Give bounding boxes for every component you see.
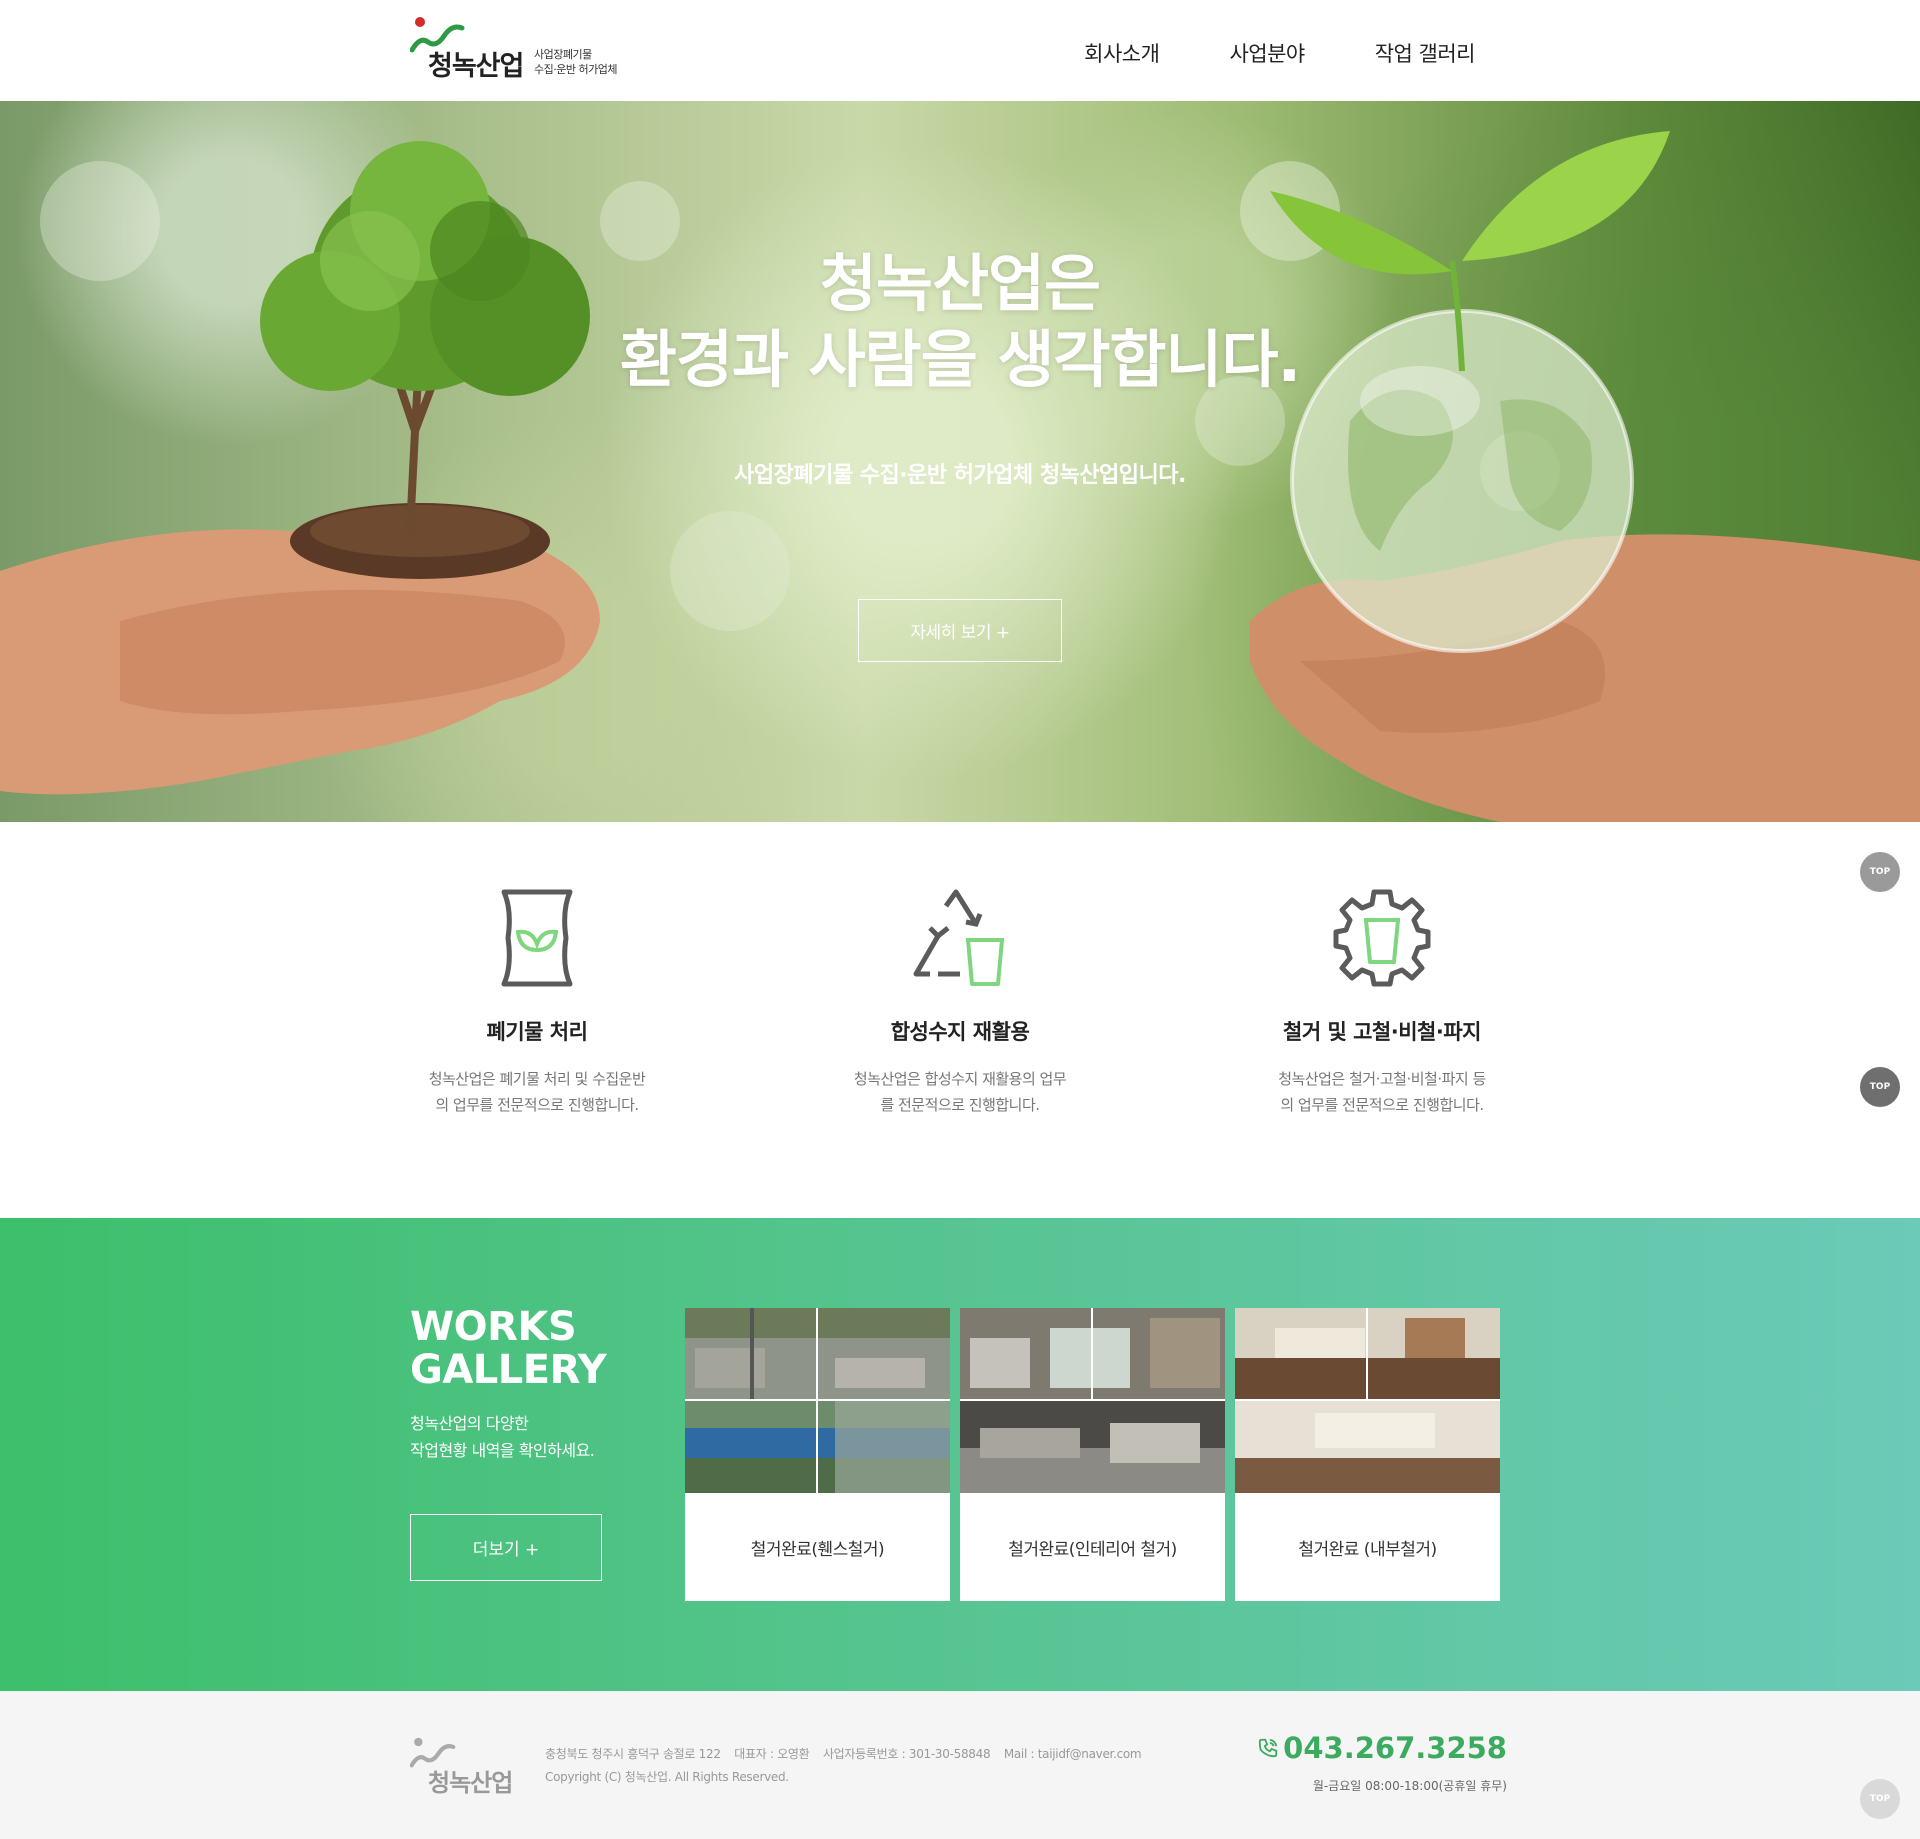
gallery-description: 청녹산업의 다양한 작업현황 내역을 확인하세요. <box>410 1410 595 1464</box>
footer-biz-no: 사업자등록번호 : 301-30-58848 <box>822 1747 991 1761</box>
footer-logo-name: 청녹산업 <box>428 1769 513 1797</box>
site-footer: 청녹산업 충청북도 청주시 흥덕구 송절로 122 대표자 : 오영환 사업자등… <box>0 1691 1920 1839</box>
scroll-top-button[interactable]: TOP <box>1860 1067 1900 1107</box>
waste-bag-icon <box>501 889 573 987</box>
footer-mail[interactable]: Mail : taijidf@naver.com <box>1004 1747 1142 1761</box>
gallery-more-button[interactable]: 더보기 + <box>410 1514 602 1581</box>
phone-icon <box>1259 1738 1278 1758</box>
logo-sub-line1: 사업장폐기물 <box>534 48 592 61</box>
hero-title-line2: 환경과 사람을 생각합니다. <box>619 323 1301 396</box>
hero-subtitle: 사업장폐기물 수집·운반 허가업체 청녹산업입니다. <box>734 463 1186 488</box>
footer-address: 충청북도 청주시 흥덕구 송절로 122 <box>545 1747 721 1761</box>
footer-ceo: 대표자 : 오영환 <box>734 1747 810 1761</box>
gallery-title-line1: WORKS <box>410 1304 577 1350</box>
service-recycle: 합성수지 재활용 청녹산업은 합성수지 재활용의 업무 를 전문적으로 진행합니… <box>815 822 1105 1118</box>
gallery-card-image <box>1235 1308 1500 1493</box>
gallery-card-image <box>685 1308 950 1493</box>
scroll-top-button[interactable]: TOP <box>1860 852 1900 892</box>
site-header: 청녹산업 사업장폐기물 수집·운반 허가업체 회사소개 사업분야 작업 갤러리 <box>0 0 1920 101</box>
service-title: 철거 및 고철·비철·파지 <box>1283 1020 1481 1044</box>
service-desc-line2: 의 업무를 전문적으로 진행합니다. <box>435 1096 639 1114</box>
hero-more-button[interactable]: 자세히 보기 + <box>858 599 1062 662</box>
nav-gallery[interactable]: 작업 갤러리 <box>1375 38 1476 68</box>
scroll-top-button[interactable]: TOP <box>1860 1779 1900 1819</box>
gallery-desc-line2: 작업현황 내역을 확인하세요. <box>410 1441 595 1460</box>
nav-business[interactable]: 사업분야 <box>1229 38 1305 68</box>
logo-sub-line2: 수집·운반 허가업체 <box>534 63 617 76</box>
gallery-card[interactable]: 철거완료(휀스철거) <box>685 1308 950 1601</box>
service-title: 합성수지 재활용 <box>890 1020 1030 1044</box>
main-nav: 회사소개 사업분야 작업 갤러리 <box>1084 38 1475 68</box>
service-desc: 청녹산업은 폐기물 처리 및 수집운반 의 업무를 전문적으로 진행합니다. <box>392 1066 682 1118</box>
gallery-title: WORKS GALLERY <box>410 1304 607 1393</box>
gallery-desc-line1: 청녹산업의 다양한 <box>410 1414 529 1433</box>
gallery-card-label: 철거완료(휀스철거) <box>750 1539 885 1560</box>
footer-phone-number: 043.267.3258 <box>1283 1731 1507 1765</box>
services-section: 폐기물 처리 청녹산업은 폐기물 처리 및 수집운반 의 업무를 전문적으로 진… <box>0 822 1920 1218</box>
service-desc-line1: 청녹산업은 철거·고철·비철·파지 등 <box>1278 1070 1486 1088</box>
footer-info: 충청북도 청주시 흥덕구 송절로 122 대표자 : 오영환 사업자등록번호 :… <box>545 1743 1151 1789</box>
service-desc-line1: 청녹산업은 폐기물 처리 및 수집운반 <box>428 1070 646 1088</box>
gallery-card-label: 철거완료(인테리어 철거) <box>1008 1539 1177 1560</box>
service-desc-line2: 의 업무를 전문적으로 진행합니다. <box>1280 1096 1484 1114</box>
works-gallery-section: WORKS GALLERY 청녹산업의 다양한 작업현황 내역을 확인하세요. … <box>0 1218 1920 1691</box>
gallery-card[interactable]: 철거완료 (내부철거) <box>1235 1308 1500 1601</box>
gallery-card[interactable]: 철거완료(인테리어 철거) <box>960 1308 1225 1601</box>
nav-company[interactable]: 회사소개 <box>1084 38 1160 68</box>
gallery-card-label: 철거완료 (내부철거) <box>1298 1539 1437 1560</box>
service-desc-line1: 청녹산업은 합성수지 재활용의 업무 <box>853 1070 1067 1088</box>
logo-name: 청녹산업 <box>428 51 524 82</box>
hero-banner: 청녹산업은 환경과 사람을 생각합니다. 사업장폐기물 수집·운반 허가업체 청… <box>0 101 1920 822</box>
hero-title: 청녹산업은 환경과 사람을 생각합니다. <box>0 246 1920 398</box>
site-logo[interactable]: 청녹산업 사업장폐기물 수집·운반 허가업체 <box>410 14 640 84</box>
service-desc: 청녹산업은 합성수지 재활용의 업무 를 전문적으로 진행합니다. <box>815 1066 1105 1118</box>
footer-copyright: Copyright (C) 청녹산업. All Rights Reserved. <box>545 1770 789 1784</box>
service-title: 폐기물 처리 <box>486 1020 588 1044</box>
service-desc-line2: 를 전문적으로 진행합니다. <box>880 1096 1040 1114</box>
logo-subtitle: 사업장폐기물 수집·운반 허가업체 <box>534 47 617 77</box>
gallery-card-image <box>960 1308 1225 1493</box>
recycle-icon <box>913 889 1004 986</box>
footer-phone[interactable]: 043.267.3258 <box>1257 1731 1507 1765</box>
gear-icon <box>1333 889 1431 987</box>
gallery-title-line2: GALLERY <box>410 1347 607 1393</box>
service-desc: 청녹산업은 철거·고철·비철·파지 등 의 업무를 전문적으로 진행합니다. <box>1237 1066 1527 1118</box>
hero-title-line1: 청녹산업은 <box>819 247 1101 320</box>
service-scrap: 철거 및 고철·비철·파지 청녹산업은 철거·고철·비철·파지 등 의 업무를 … <box>1237 822 1527 1118</box>
service-waste: 폐기물 처리 청녹산업은 폐기물 처리 및 수집운반 의 업무를 전문적으로 진… <box>392 822 682 1118</box>
footer-hours: 월-금요일 08:00-18:00(공휴일 휴무) <box>1312 1779 1507 1793</box>
